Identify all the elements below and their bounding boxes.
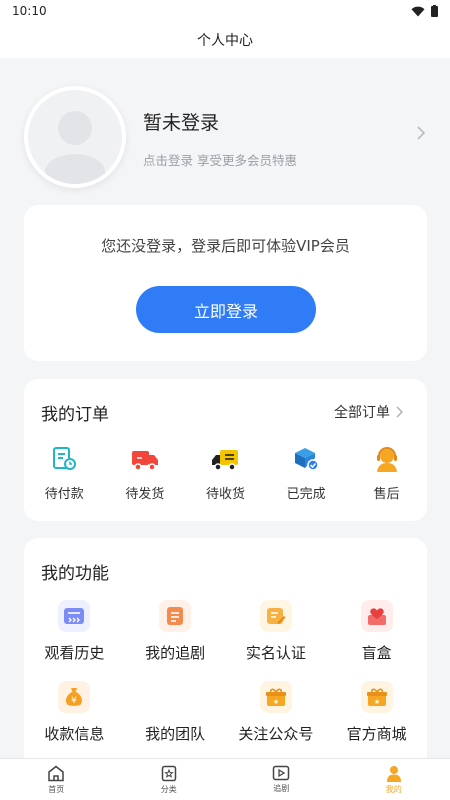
func-item-payment-info[interactable]: ¥ 收款信息 <box>24 681 125 744</box>
order-label: 售后 <box>373 487 400 502</box>
user-icon <box>386 765 401 782</box>
gift-icon: ★ <box>259 681 292 713</box>
func-item-blind-box[interactable]: 盲盒 <box>326 600 427 663</box>
order-label: 待收货 <box>205 487 245 502</box>
team-icon <box>159 681 191 713</box>
order-status-list: 待付款 待发货 待收货 已完成 售后 <box>24 445 427 502</box>
order-item-after-sales[interactable]: 售后 <box>346 445 427 502</box>
bottom-tab-bar: 首页 分类 追剧 我的 <box>0 758 450 800</box>
drama-list-icon <box>159 600 192 632</box>
profile-name: 暂未登录 <box>143 112 220 134</box>
login-card: 您还没登录，登录后即可体验VIP会员 立即登录 <box>24 205 427 361</box>
tab-label: 首页 <box>48 784 65 794</box>
completed-box-icon <box>292 445 320 473</box>
chevron-right-icon[interactable] <box>416 125 426 141</box>
func-item-follow-account[interactable]: ★ 关注公众号 <box>226 681 327 744</box>
category-icon <box>161 765 176 781</box>
login-tip: 您还没登录，登录后即可体验VIP会员 <box>101 237 350 255</box>
order-label: 已完成 <box>286 487 326 502</box>
functions-title: 我的功能 <box>41 564 109 584</box>
top-nav-bar: 个人中心 <box>0 22 450 58</box>
shop-gift-icon: ★ <box>360 681 393 713</box>
tab-label: 分类 <box>160 784 177 794</box>
func-label: 观看历史 <box>44 644 105 662</box>
tab-home[interactable]: 首页 <box>0 759 113 800</box>
order-item-pending-payment[interactable]: 待付款 <box>24 445 105 502</box>
default-avatar-icon <box>45 111 105 184</box>
func-label: 我的追剧 <box>145 644 206 662</box>
pending-payment-icon <box>50 445 78 473</box>
profile-header[interactable]: 暂未登录 点击登录 享受更多会员特惠 <box>0 58 450 198</box>
order-item-to-receive[interactable]: 待收货 <box>185 445 266 502</box>
play-icon <box>273 765 290 781</box>
avatar[interactable] <box>24 86 126 188</box>
status-bar: 10:10 <box>0 0 450 22</box>
tab-category[interactable]: 分类 <box>113 759 226 800</box>
order-item-completed[interactable]: 已完成 <box>266 445 347 502</box>
func-item-my-team[interactable]: 我的团队 <box>125 681 226 744</box>
tab-label: 追剧 <box>273 784 290 793</box>
tab-label: 我的 <box>385 784 402 794</box>
verify-icon <box>259 600 292 632</box>
orders-title: 我的订单 <box>41 405 109 425</box>
page-title: 个人中心 <box>197 33 253 49</box>
battery-icon <box>431 5 438 17</box>
func-item-history[interactable]: 观看历史 <box>24 600 125 663</box>
tab-mine[interactable]: 我的 <box>338 759 450 800</box>
order-label: 待发货 <box>125 487 165 502</box>
chevron-right-icon <box>396 406 403 418</box>
all-orders-link[interactable]: 全部订单 <box>334 402 403 422</box>
func-label: 我的团队 <box>145 725 206 743</box>
wifi-icon <box>411 6 425 16</box>
history-icon <box>58 600 91 632</box>
orders-card: 我的订单 全部订单 待付款 待发货 待收货 已完成 售后 <box>24 379 427 521</box>
functions-card: 我的功能 观看历史 我的追剧 实名认证 盲盒 ¥ 收款信息 我的团队 ★ 关注公… <box>24 538 427 768</box>
svg-text:¥: ¥ <box>72 696 78 706</box>
status-icons <box>411 5 438 17</box>
login-button[interactable]: 立即登录 <box>136 286 316 333</box>
func-label: 官方商城 <box>346 725 407 743</box>
svg-text:★: ★ <box>273 698 279 706</box>
func-item-my-dramas[interactable]: 我的追剧 <box>125 600 226 663</box>
profile-subtitle: 点击登录 享受更多会员特惠 <box>143 153 297 168</box>
delivery-truck-icon <box>211 445 239 473</box>
status-time: 10:10 <box>12 4 47 18</box>
func-item-official-store[interactable]: ★ 官方商城 <box>326 681 427 744</box>
truck-icon <box>131 445 159 473</box>
tab-drama[interactable]: 追剧 <box>225 759 338 800</box>
func-item-real-name[interactable]: 实名认证 <box>226 600 327 663</box>
func-label: 收款信息 <box>44 725 105 743</box>
heart-box-icon <box>360 600 393 632</box>
functions-grid: 观看历史 我的追剧 实名认证 盲盒 ¥ 收款信息 我的团队 ★ 关注公众号 ★ … <box>24 600 427 744</box>
func-label: 盲盒 <box>361 644 392 662</box>
home-icon <box>48 765 64 781</box>
svg-text:★: ★ <box>373 698 379 706</box>
all-orders-label: 全部订单 <box>334 405 390 421</box>
money-bag-icon: ¥ <box>58 681 91 713</box>
func-label: 关注公众号 <box>238 725 314 743</box>
func-label: 实名认证 <box>245 644 306 662</box>
order-label: 待付款 <box>44 487 84 502</box>
order-item-to-ship[interactable]: 待发货 <box>105 445 186 502</box>
customer-service-icon <box>373 445 401 473</box>
